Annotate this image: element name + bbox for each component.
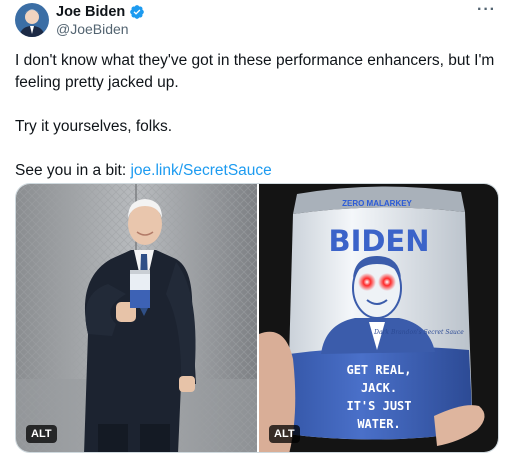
alt-badge-left[interactable]: ALT	[26, 425, 57, 443]
author-avatar[interactable]	[15, 3, 49, 37]
photo-left[interactable]: ALT	[16, 184, 257, 452]
photo-biden-can: ZERO MALARKEY BIDEN Dark Brandon's Secre…	[259, 184, 498, 452]
author-handle[interactable]: @JoeBiden	[56, 21, 129, 37]
can-line-2: JACK.	[361, 381, 397, 395]
can-brand-text: BIDEN	[328, 224, 429, 258]
avatar-icon	[15, 3, 49, 37]
can-line-4: WATER.	[357, 417, 400, 431]
photo-man-with-can	[16, 184, 257, 452]
media-grid: ALT ZERO MALARKEY BIDEN Dark Brandon's S…	[15, 183, 499, 453]
author-display-name[interactable]: Joe Biden	[56, 4, 125, 20]
can-line-3: IT'S JUST	[346, 399, 411, 413]
more-options-icon[interactable]: ···	[477, 2, 496, 18]
tweet-text: I don't know what they've got in these p…	[15, 50, 500, 182]
verified-badge-icon	[129, 4, 145, 20]
photo-right[interactable]: ZERO MALARKEY BIDEN Dark Brandon's Secre…	[259, 184, 498, 452]
tweet-line-3: See you in a bit: joe.link/SecretSauce	[15, 160, 500, 182]
can-line-1: GET REAL,	[346, 363, 411, 377]
tweet-link[interactable]: joe.link/SecretSauce	[130, 162, 271, 179]
tweet-line-3-prefix: See you in a bit:	[15, 162, 131, 179]
tweet-line-1: I don't know what they've got in these p…	[15, 52, 495, 91]
tweet-line-2: Try it yourselves, folks.	[15, 118, 173, 135]
alt-badge-right[interactable]: ALT	[269, 425, 300, 443]
author-name-row: Joe Biden	[56, 4, 145, 20]
can-top-text: ZERO MALARKEY	[342, 199, 412, 208]
can-signature-text: Dark Brandon's Secret Sauce	[373, 329, 464, 336]
